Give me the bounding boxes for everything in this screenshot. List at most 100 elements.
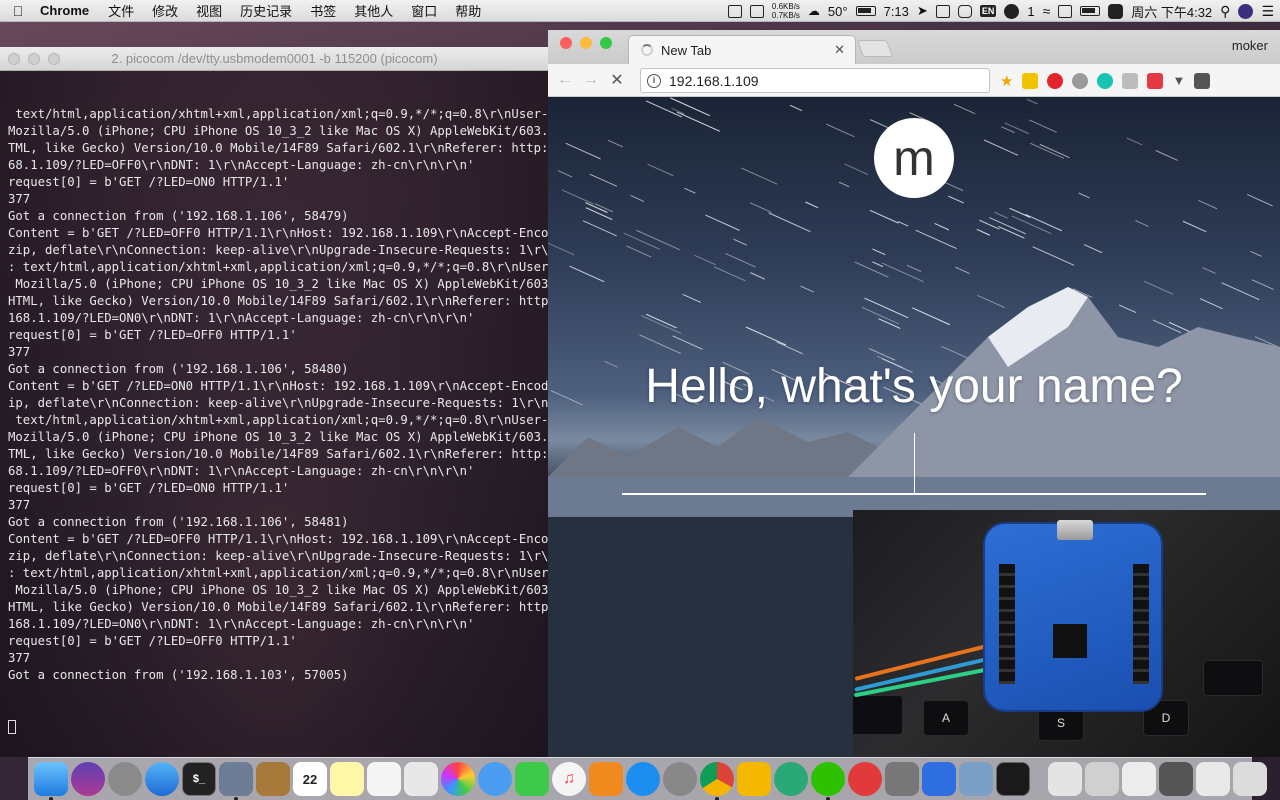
input-method-icon[interactable]: EN — [979, 5, 997, 17]
app-store-icon[interactable] — [626, 762, 660, 796]
siri-icon[interactable] — [1238, 3, 1254, 19]
site-info-icon[interactable]: i — [647, 73, 661, 88]
tab-close-icon[interactable]: ✕ — [834, 42, 845, 58]
messages-icon[interactable] — [478, 762, 512, 796]
menu-edit[interactable]: 修改 — [143, 1, 187, 20]
back-button[interactable]: ← — [552, 71, 578, 89]
terminal-line: 377 — [8, 345, 31, 359]
terminal-titlebar[interactable]: 2. picocom /dev/tty.usbmodem0001 -b 1152… — [0, 47, 549, 71]
facetime-icon[interactable] — [515, 762, 549, 796]
extension-red-icon[interactable] — [1147, 72, 1164, 89]
atom-icon[interactable] — [774, 762, 808, 796]
terminal-line: Got a connection from ('192.168.1.106', … — [8, 362, 349, 376]
microphone-icon[interactable] — [957, 4, 972, 18]
calendar-icon[interactable]: 22 — [293, 762, 327, 796]
menu-app-name[interactable]: Chrome — [36, 3, 99, 18]
siri-icon[interactable] — [71, 762, 105, 796]
terminal-line: HTML, like Gecko) Version/10.0 Mobile/14… — [8, 600, 549, 614]
music-icon[interactable]: ♫ — [552, 762, 586, 796]
chrome-icon[interactable] — [700, 762, 734, 800]
tab-new-tab[interactable]: New Tab ✕ — [628, 35, 856, 64]
netease-music-icon[interactable] — [848, 762, 882, 796]
menu-people[interactable]: 其他人 — [345, 1, 402, 20]
stop-loading-button[interactable]: ✕ — [604, 70, 630, 90]
preview-images-icon[interactable] — [404, 762, 438, 796]
recent-files-icon[interactable] — [1122, 762, 1156, 796]
launchpad-icon[interactable] — [108, 762, 142, 796]
notes-icon[interactable] — [330, 762, 364, 796]
network-speed[interactable]: 0.6KB/s 0.7KB/s — [772, 2, 800, 20]
chrome-maximize-button[interactable] — [600, 37, 612, 49]
menu-file[interactable]: 文件 — [99, 1, 143, 20]
forward-button[interactable]: → — [578, 71, 604, 89]
menu-window[interactable]: 窗口 — [402, 1, 446, 20]
vue-devtools-icon[interactable]: ▼ — [1172, 73, 1185, 88]
menu-view[interactable]: 视图 — [187, 1, 231, 20]
contacts-icon[interactable] — [256, 762, 290, 796]
menu-help[interactable]: 帮助 — [446, 1, 490, 20]
bookmark-star-icon[interactable]: ★ — [1000, 72, 1013, 90]
wechat-icon[interactable] — [811, 762, 845, 800]
video-icon[interactable] — [935, 4, 950, 18]
address-bar[interactable]: i — [640, 68, 990, 93]
weather-icon[interactable]: ☁ — [808, 4, 820, 18]
script-icon[interactable] — [1108, 3, 1124, 19]
downloads-stack-icon[interactable] — [1048, 762, 1082, 796]
system-preferences-icon[interactable] — [663, 762, 697, 796]
dock: $_ 22 ♫ — [28, 757, 1267, 800]
extension-check-icon[interactable] — [1072, 72, 1089, 89]
wifi-icon[interactable]: ≈ — [1043, 3, 1051, 19]
terminal-line: text/html,application/xhtml+xml,applicat… — [8, 413, 549, 427]
temperature[interactable]: 50° — [828, 4, 848, 19]
name-input-underline[interactable] — [622, 493, 1206, 495]
terminal-output[interactable]: text/html,application/xhtml+xml,applicat… — [0, 71, 549, 757]
spotlight-search-icon[interactable]: ⚲ — [1220, 3, 1230, 20]
menu-history[interactable]: 历史记录 — [231, 1, 301, 20]
screenshot-icon[interactable] — [959, 762, 993, 796]
battery-time[interactable]: 7:13 — [884, 4, 909, 19]
preview-icon[interactable] — [219, 762, 253, 800]
chrome-minimize-button[interactable] — [580, 37, 592, 49]
finder-icon[interactable] — [34, 762, 68, 800]
extension-teal-icon[interactable] — [1097, 72, 1114, 89]
sync-icon[interactable] — [727, 4, 742, 18]
chrome-close-button[interactable] — [560, 37, 572, 49]
photos-icon[interactable] — [441, 762, 475, 796]
send-icon[interactable]: ➤ — [917, 3, 928, 19]
wechat-icon[interactable] — [1004, 3, 1020, 19]
apple-icon[interactable]:  — [0, 3, 36, 19]
reminders-icon[interactable] — [367, 762, 401, 796]
tools-icon[interactable] — [885, 762, 919, 796]
activity-monitor-icon[interactable] — [996, 762, 1030, 796]
opera-extension-icon[interactable] — [1047, 72, 1064, 89]
menu-bookmarks[interactable]: 书签 — [301, 1, 345, 20]
terminal-line: TML, like Gecko) Version/10.0 Mobile/14F… — [8, 447, 549, 461]
safari-icon[interactable] — [145, 762, 179, 796]
battery-icon[interactable] — [855, 6, 876, 16]
battery-full-icon[interactable] — [1080, 6, 1101, 16]
profile-name[interactable]: moker — [1232, 38, 1268, 53]
app-status-icon[interactable] — [749, 4, 764, 18]
url-input[interactable] — [669, 72, 969, 89]
net-down: 0.7KB/s — [771, 11, 800, 20]
sketch-icon[interactable] — [737, 762, 771, 796]
books-icon[interactable] — [589, 762, 623, 796]
airplay-icon[interactable] — [1058, 4, 1073, 18]
terminal-prompt-line[interactable] — [8, 718, 549, 735]
trash-icon[interactable] — [1233, 762, 1267, 796]
terminal-line: 168.1.109/?LED=ON0\r\nDNT: 1\r\nAccept-L… — [8, 617, 475, 631]
greeting-heading: Hello, what's your name? — [645, 360, 1183, 413]
documents-stack-icon[interactable] — [1085, 762, 1119, 796]
notification-center-icon[interactable]: ☰ — [1261, 3, 1274, 20]
terminal-icon[interactable]: $_ — [182, 762, 216, 796]
window-thumbnail-icon[interactable] — [1159, 762, 1193, 796]
shield-icon[interactable] — [1194, 72, 1211, 89]
extension-grid-icon[interactable] — [1022, 72, 1039, 89]
new-tab-button[interactable] — [856, 40, 894, 57]
terminal-line: request[0] = b'GET /?LED=OFF0 HTTP/1.1' — [8, 634, 297, 648]
usb-port — [1057, 520, 1093, 540]
react-devtools-icon[interactable] — [1122, 72, 1139, 89]
baidu-netdisk-icon[interactable] — [922, 762, 956, 796]
clock[interactable]: 周六 下午4:32 — [1131, 2, 1212, 21]
desktop-stack-icon[interactable] — [1196, 762, 1230, 796]
